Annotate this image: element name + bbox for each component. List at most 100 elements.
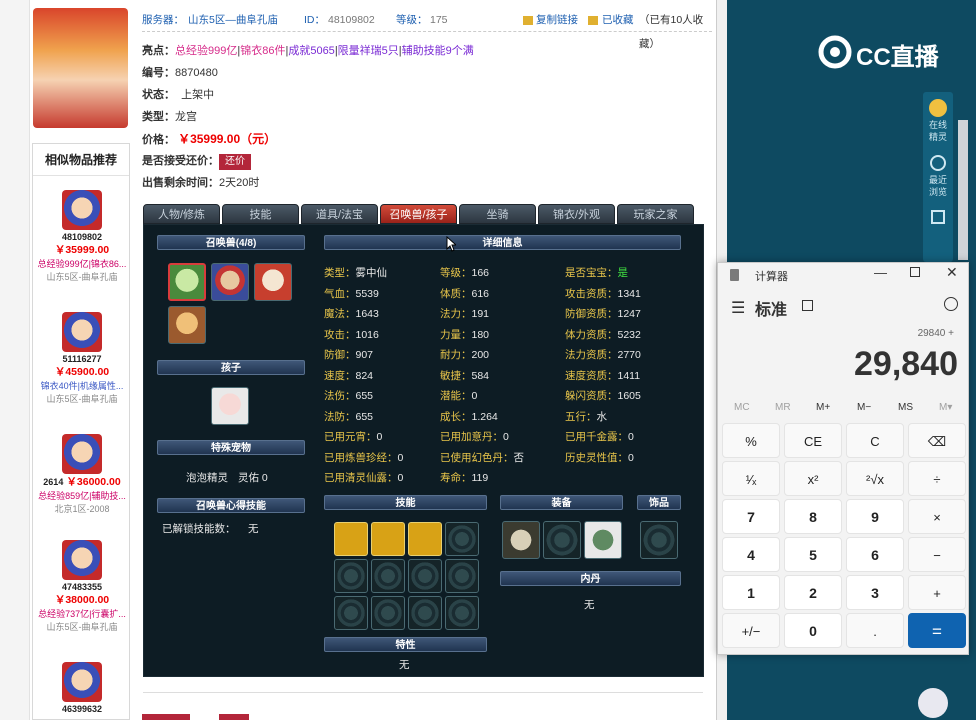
clock-icon[interactable] <box>930 155 946 171</box>
calc-key[interactable]: = <box>908 613 966 648</box>
memory-button[interactable]: M− <box>857 402 871 413</box>
similar-item[interactable]: 51116277 ￥45900.00 锦衣40件|机缘属性... 山东5区-曲阜… <box>33 312 131 405</box>
calc-key[interactable]: 8 <box>784 499 842 534</box>
history-icon[interactable] <box>944 297 958 311</box>
equipment-slot[interactable] <box>584 521 622 559</box>
copy-icon <box>523 16 533 25</box>
recent-browse-button[interactable]: 最近浏览 <box>923 174 953 198</box>
id-label: ID： <box>304 14 325 26</box>
pet-slot[interactable] <box>168 306 206 344</box>
bargain-button[interactable]: 还价 <box>219 154 251 170</box>
calc-key[interactable]: 9 <box>846 499 904 534</box>
pet-slot[interactable] <box>211 263 249 301</box>
highlight-tag: 成就5065 <box>288 45 335 57</box>
calc-key[interactable]: CE <box>784 423 842 458</box>
calc-key[interactable]: 5 <box>784 537 842 572</box>
attribute-cell: 敏捷：584 <box>440 368 489 383</box>
attribute-value: 0 <box>628 451 634 464</box>
calc-key[interactable]: 2 <box>784 575 842 610</box>
calc-key[interactable]: 0 <box>784 613 842 648</box>
similar-item-server: 山东5区-曲阜孔庙 <box>46 394 118 404</box>
attribute-value: 否 <box>513 451 525 464</box>
memory-button[interactable]: M▾ <box>939 402 952 413</box>
attribute-cell: 是否宝宝：是 <box>565 265 628 280</box>
calc-key[interactable]: +/− <box>722 613 780 648</box>
tab-skills[interactable]: 技能 <box>222 204 299 224</box>
similar-item[interactable]: 46399632 <box>33 662 131 714</box>
skill-slot[interactable] <box>408 522 442 556</box>
tab-mounts[interactable]: 坐骑 <box>459 204 536 224</box>
similar-item-avatar[interactable] <box>62 540 102 580</box>
similar-item-avatar[interactable] <box>62 662 102 702</box>
sidebar-scrollbar[interactable] <box>958 120 968 260</box>
pet-slot[interactable] <box>254 263 292 301</box>
maximize-button[interactable] <box>910 267 920 277</box>
attribute-value: 907 <box>355 349 374 361</box>
pet-slot-selected[interactable] <box>168 263 206 301</box>
calc-key[interactable]: × <box>908 499 966 534</box>
skill-slot[interactable] <box>334 522 368 556</box>
special-pet-stat: 灵佑 0 <box>238 472 268 484</box>
similar-item[interactable]: 47483355 ￥38000.00 总经验737亿|行囊扩... 山东5区-曲… <box>33 540 131 633</box>
similar-item-id: 48109802 <box>61 232 103 242</box>
similar-item-avatar[interactable] <box>62 434 102 474</box>
tab-pets[interactable]: 召唤兽/孩子 <box>380 204 457 224</box>
calc-key[interactable]: % <box>722 423 780 458</box>
favorite-button[interactable]: 已收藏 <box>602 8 634 32</box>
attribute-cell: 攻击：1016 <box>324 327 379 342</box>
bottom-action-button[interactable] <box>219 714 249 720</box>
assistant-icon[interactable] <box>918 688 948 718</box>
tab-home[interactable]: 玩家之家 <box>617 204 694 224</box>
keep-on-top-icon[interactable] <box>802 300 813 311</box>
bottom-action-button[interactable] <box>142 714 190 720</box>
calc-key[interactable]: . <box>846 613 904 648</box>
attribute-cell: 已用清灵仙露：0 <box>324 470 403 485</box>
similar-item-avatar[interactable] <box>62 190 102 230</box>
edit-icon[interactable] <box>931 210 945 224</box>
calc-key[interactable]: ¹⁄ₓ <box>722 461 780 496</box>
attribute-key: 力量： <box>440 328 472 341</box>
calc-key[interactable]: ÷ <box>908 461 966 496</box>
minimize-button[interactable]: — <box>874 265 887 280</box>
close-button[interactable]: ✕ <box>946 264 958 281</box>
calculator-title: 计算器 <box>755 271 788 283</box>
calc-key[interactable]: 3 <box>846 575 904 610</box>
attribute-value: 166 <box>471 267 490 279</box>
attribute-value: 200 <box>471 349 490 361</box>
calc-key[interactable]: 1 <box>722 575 780 610</box>
tab-character[interactable]: 人物/修炼 <box>143 204 220 224</box>
calc-key[interactable]: C <box>846 423 904 458</box>
highlights-row: 亮点：总经验999亿|锦衣86件|成就5065|限量祥瑞5只|辅助技能9个满 <box>142 45 474 57</box>
attribute-value: 1016 <box>355 328 379 341</box>
online-sprite-button[interactable]: 在线精灵 <box>923 119 953 143</box>
calc-key[interactable]: ²√x <box>846 461 904 496</box>
sprite-icon[interactable] <box>929 99 947 117</box>
tab-appearance[interactable]: 锦衣/外观 <box>538 204 615 224</box>
memory-button[interactable]: MS <box>898 402 913 413</box>
child-slot[interactable] <box>211 387 249 425</box>
attribute-cell: 防御资质：1247 <box>565 306 641 321</box>
similar-item[interactable]: 2614 ￥36000.00 总经验859亿|辅助技... 北京1区-2008 <box>33 434 131 515</box>
menu-icon[interactable]: ☰ <box>731 298 745 318</box>
calc-key[interactable]: ⌫ <box>908 423 966 458</box>
memory-button[interactable]: MR <box>775 402 791 413</box>
memory-button[interactable]: MC <box>734 402 750 413</box>
copy-link-button[interactable]: 复制链接 <box>536 8 578 32</box>
attribute-key: 躲闪资质： <box>565 390 618 402</box>
calc-key[interactable]: 7 <box>722 499 780 534</box>
skill-insight-value: 无 <box>248 523 259 535</box>
memory-button[interactable]: M+ <box>816 402 830 413</box>
tab-items[interactable]: 道具/法宝 <box>301 204 378 224</box>
similar-item-id: 2614 <box>43 477 64 487</box>
calc-key[interactable]: 4 <box>722 537 780 572</box>
calc-key[interactable]: − <box>908 537 966 572</box>
similar-item-avatar[interactable] <box>62 312 102 352</box>
calc-key[interactable]: 6 <box>846 537 904 572</box>
equipment-slot[interactable] <box>502 521 540 559</box>
similar-item[interactable]: 48109802 ￥35999.00 总经验999亿|锦衣86... 山东5区-… <box>33 190 131 283</box>
skill-slot[interactable] <box>371 522 405 556</box>
calc-key[interactable]: + <box>908 575 966 610</box>
calc-key[interactable]: x² <box>784 461 842 496</box>
highlights-label: 亮点： <box>142 45 175 57</box>
attribute-cell: 潜能：0 <box>440 388 477 403</box>
